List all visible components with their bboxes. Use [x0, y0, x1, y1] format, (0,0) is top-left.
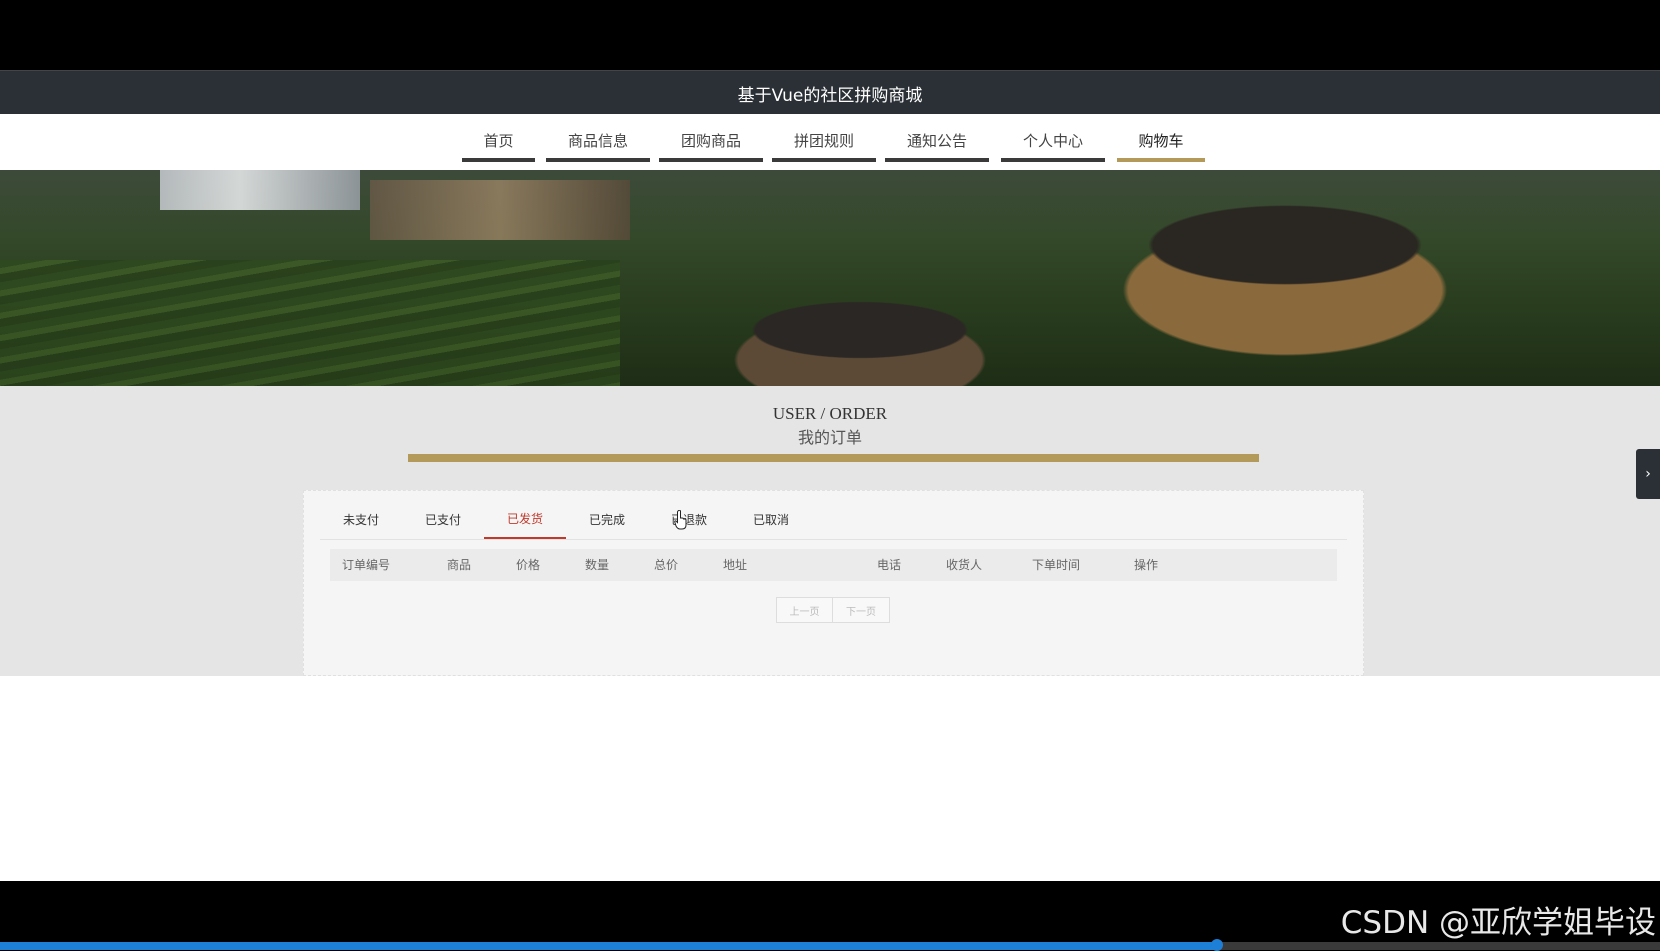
nav-item-group-rules[interactable]: 拼团规则 — [772, 122, 876, 162]
nav-label: 购物车 — [1138, 131, 1184, 150]
pagination: 上一页 下一页 — [776, 597, 890, 623]
chevron-right-icon: › — [1645, 466, 1651, 482]
column-header: 商品 — [447, 558, 472, 572]
tab-unpaid[interactable]: 未支付 — [320, 499, 402, 539]
nav-item-notices[interactable]: 通知公告 — [885, 122, 989, 162]
page-heading-cn: 我的订单 — [797, 430, 862, 447]
hero-banner-image — [0, 170, 1660, 386]
watermark-text: CSDN @亚欣学姐毕设 — [1340, 905, 1656, 941]
column-header: 地址 — [723, 558, 748, 572]
column-header: 总价 — [654, 558, 679, 572]
banner-terraces — [0, 260, 620, 386]
column-header: 电话 — [877, 558, 902, 572]
nav-item-personal-center[interactable]: 个人中心 — [1001, 122, 1105, 162]
tab-refunded[interactable]: 已退款 — [648, 499, 730, 539]
column-header: 数量 — [585, 558, 610, 572]
nav-item-cart[interactable]: 购物车 — [1117, 122, 1205, 162]
nav-item-home[interactable]: 首页 — [462, 122, 535, 162]
video-progress-fill — [0, 942, 1217, 950]
nav-item-products[interactable]: 商品信息 — [546, 122, 650, 162]
nav-item-group-products[interactable]: 团购商品 — [659, 122, 763, 162]
nav-label: 团购商品 — [680, 131, 741, 150]
order-status-tabs: 未支付 已支付 已发货 已完成 已退款 已取消 — [320, 499, 1347, 540]
column-header: 收货人 — [946, 558, 983, 572]
site-title-bar: 基于Vue的社区拼购商城 — [0, 70, 1660, 115]
app-window: 基于Vue的社区拼购商城 首页 商品信息 团购商品 拼团规则 通知公告 个人中心… — [0, 70, 1660, 881]
column-header: 下单时间 — [1032, 558, 1081, 572]
column-header: 订单编号 — [342, 558, 391, 572]
side-panel-toggle[interactable]: › — [1636, 449, 1660, 499]
page-heading-en: USER / ORDER — [772, 404, 888, 423]
main-nav: 首页 商品信息 团购商品 拼团规则 通知公告 个人中心 购物车 — [0, 114, 1660, 170]
site-title: 基于Vue的社区拼购商城 — [737, 85, 923, 106]
banner-houses — [160, 170, 360, 210]
banner-village — [370, 180, 630, 240]
tab-paid[interactable]: 已支付 — [402, 499, 484, 539]
nav-label: 个人中心 — [1022, 131, 1083, 150]
next-page-button[interactable]: 下一页 — [833, 597, 890, 623]
video-progress-bar[interactable] — [0, 939, 1660, 951]
column-header: 价格 — [516, 558, 541, 572]
nav-label: 首页 — [483, 131, 514, 150]
order-table-header: 订单编号 商品 价格 数量 总价 地址 电话 收货人 下单时间 操作 — [330, 549, 1337, 581]
nav-label: 通知公告 — [906, 131, 967, 150]
hand-cursor-icon — [674, 510, 687, 530]
heading-divider — [408, 454, 1259, 462]
nav-label: 商品信息 — [567, 131, 628, 150]
tab-shipped[interactable]: 已发货 — [484, 499, 566, 539]
tab-completed[interactable]: 已完成 — [566, 499, 648, 539]
order-panel: 未支付 已支付 已发货 已完成 已退款 已取消 订单编号 商品 价格 数量 总价… — [303, 490, 1364, 676]
column-header: 操作 — [1134, 558, 1159, 572]
order-section: USER / ORDER 我的订单 未支付 已支付 已发货 已完成 已退款 已取… — [0, 386, 1660, 676]
tab-cancelled[interactable]: 已取消 — [730, 499, 812, 539]
nav-label: 拼团规则 — [793, 131, 854, 150]
prev-page-button[interactable]: 上一页 — [776, 597, 833, 623]
video-progress-handle[interactable] — [1211, 939, 1223, 951]
